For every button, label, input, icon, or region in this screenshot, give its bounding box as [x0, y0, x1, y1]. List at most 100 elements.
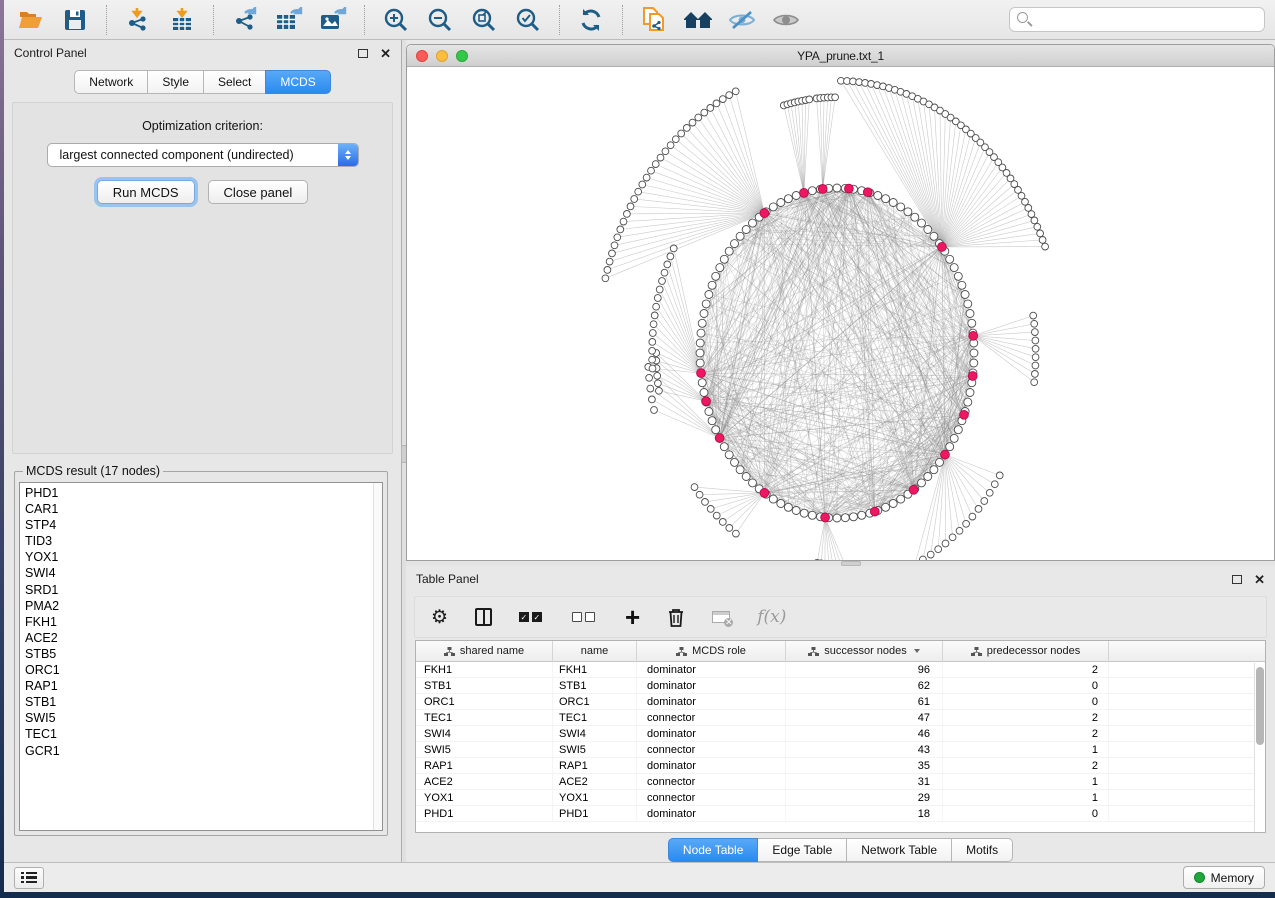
- column-header[interactable]: predecessor nodes: [943, 641, 1109, 661]
- successor-nodes-cell[interactable]: 96: [786, 662, 943, 677]
- home-button[interactable]: [681, 5, 715, 35]
- shared-name-cell[interactable]: SWI4: [416, 726, 553, 741]
- name-cell[interactable]: SWI4: [553, 726, 637, 741]
- table-panel-tab[interactable]: Motifs: [951, 838, 1013, 862]
- zoom-fit-button[interactable]: [467, 5, 501, 35]
- deselect-all-columns-button[interactable]: [572, 605, 598, 629]
- predecessor-nodes-cell[interactable]: 2: [943, 710, 1109, 725]
- predecessor-nodes-cell[interactable]: 1: [943, 742, 1109, 757]
- zoom-out-button[interactable]: [423, 5, 457, 35]
- mcds-result-item[interactable]: PMA2: [25, 598, 382, 614]
- table-scrollbar[interactable]: [1254, 663, 1265, 832]
- criterion-dropdown[interactable]: largest connected component (undirected): [47, 143, 359, 167]
- shared-name-cell[interactable]: SWI5: [416, 742, 553, 757]
- network-canvas[interactable]: [407, 67, 1274, 560]
- export-image-button[interactable]: [316, 5, 350, 35]
- task-history-button[interactable]: [14, 867, 44, 889]
- mcds-result-item[interactable]: FKH1: [25, 614, 382, 630]
- table-row[interactable]: YOX1 YOX1 connector 29 1: [416, 790, 1265, 806]
- search-input[interactable]: [1009, 7, 1265, 32]
- successor-nodes-cell[interactable]: 35: [786, 758, 943, 773]
- mcds-result-item[interactable]: ACE2: [25, 630, 382, 646]
- mcds-result-item[interactable]: STB1: [25, 694, 382, 710]
- shared-name-cell[interactable]: YOX1: [416, 790, 553, 805]
- shared-name-cell[interactable]: PHD1: [416, 806, 553, 821]
- mcds-role-cell[interactable]: dominator: [637, 726, 786, 741]
- mcds-result-item[interactable]: STP4: [25, 517, 382, 533]
- float-panel-icon[interactable]: [1232, 575, 1242, 584]
- mcds-role-cell[interactable]: dominator: [637, 806, 786, 821]
- mcds-role-cell[interactable]: dominator: [637, 694, 786, 709]
- successor-nodes-cell[interactable]: 31: [786, 774, 943, 789]
- control-panel-tab[interactable]: Select: [203, 70, 266, 94]
- table-row[interactable]: SWI4 SWI4 dominator 46 2: [416, 726, 1265, 742]
- mcds-result-item[interactable]: PHD1: [25, 485, 382, 501]
- hide-selected-button[interactable]: [725, 5, 759, 35]
- mcds-role-cell[interactable]: connector: [637, 774, 786, 789]
- mcds-result-item[interactable]: STB5: [25, 646, 382, 662]
- mcds-result-item[interactable]: CAR1: [25, 501, 382, 517]
- table-settings-button[interactable]: ⚙: [431, 605, 448, 629]
- table-row[interactable]: SWI5 SWI5 connector 43 1: [416, 742, 1265, 758]
- mcds-result-item[interactable]: RAP1: [25, 678, 382, 694]
- table-scrollbar-thumb[interactable]: [1256, 667, 1264, 745]
- mcds-role-cell[interactable]: connector: [637, 710, 786, 725]
- shared-name-cell[interactable]: RAP1: [416, 758, 553, 773]
- shared-name-cell[interactable]: TEC1: [416, 710, 553, 725]
- mcds-result-list[interactable]: PHD1CAR1STP4TID3YOX1SWI4SRD1PMA2FKH1ACE2…: [19, 482, 383, 831]
- close-panel-icon[interactable]: ✕: [1254, 573, 1265, 586]
- close-panel-button[interactable]: Close panel: [208, 180, 309, 204]
- predecessor-nodes-cell[interactable]: 1: [943, 774, 1109, 789]
- name-cell[interactable]: STB1: [553, 678, 637, 693]
- clone-network-button[interactable]: [637, 5, 671, 35]
- select-all-columns-button[interactable]: [519, 605, 545, 629]
- column-header[interactable]: successor nodes: [786, 641, 943, 661]
- name-cell[interactable]: ACE2: [553, 774, 637, 789]
- mcds-result-item[interactable]: SRD1: [25, 582, 382, 598]
- successor-nodes-cell[interactable]: 62: [786, 678, 943, 693]
- table-row[interactable]: RAP1 RAP1 dominator 35 2: [416, 758, 1265, 774]
- save-session-button[interactable]: [58, 5, 92, 35]
- name-cell[interactable]: TEC1: [553, 710, 637, 725]
- mcds-role-cell[interactable]: connector: [637, 742, 786, 757]
- import-table-button[interactable]: [165, 5, 199, 35]
- mcds-result-item[interactable]: ORC1: [25, 662, 382, 678]
- mcds-result-item[interactable]: YOX1: [25, 549, 382, 565]
- name-cell[interactable]: ORC1: [553, 694, 637, 709]
- mcds-list-scrollbar[interactable]: [373, 483, 382, 830]
- name-cell[interactable]: RAP1: [553, 758, 637, 773]
- mcds-role-cell[interactable]: dominator: [637, 662, 786, 677]
- column-header[interactable]: shared name: [416, 641, 553, 661]
- mcds-result-item[interactable]: SWI4: [25, 565, 382, 581]
- float-panel-icon[interactable]: [358, 49, 368, 58]
- table-row[interactable]: FKH1 FKH1 dominator 96 2: [416, 662, 1265, 678]
- import-network-button[interactable]: [121, 5, 155, 35]
- successor-nodes-cell[interactable]: 43: [786, 742, 943, 757]
- run-mcds-button[interactable]: Run MCDS: [97, 180, 195, 204]
- delete-column-button[interactable]: [667, 605, 685, 629]
- show-columns-button[interactable]: [475, 605, 492, 629]
- table-panel-tab[interactable]: Network Table: [846, 838, 952, 862]
- maximize-window-icon[interactable]: [456, 50, 468, 62]
- successor-nodes-cell[interactable]: 18: [786, 806, 943, 821]
- name-cell[interactable]: SWI5: [553, 742, 637, 757]
- add-column-button[interactable]: +: [625, 605, 640, 629]
- control-panel-tab[interactable]: MCDS: [265, 70, 330, 94]
- predecessor-nodes-cell[interactable]: 1: [943, 790, 1109, 805]
- predecessor-nodes-cell[interactable]: 0: [943, 694, 1109, 709]
- successor-nodes-cell[interactable]: 61: [786, 694, 943, 709]
- table-row[interactable]: PHD1 PHD1 dominator 18 0: [416, 806, 1265, 822]
- table-panel-tab[interactable]: Node Table: [668, 838, 759, 862]
- shared-name-cell[interactable]: ACE2: [416, 774, 553, 789]
- mcds-result-item[interactable]: TEC1: [25, 726, 382, 742]
- shared-name-cell[interactable]: STB1: [416, 678, 553, 693]
- predecessor-nodes-cell[interactable]: 0: [943, 678, 1109, 693]
- mcds-role-cell[interactable]: dominator: [637, 758, 786, 773]
- control-panel-tab[interactable]: Network: [74, 70, 148, 94]
- mcds-role-cell[interactable]: connector: [637, 790, 786, 805]
- table-row[interactable]: TEC1 TEC1 connector 47 2: [416, 710, 1265, 726]
- refresh-button[interactable]: [574, 5, 608, 35]
- column-header[interactable]: name: [553, 641, 637, 661]
- table-row[interactable]: STB1 STB1 dominator 62 0: [416, 678, 1265, 694]
- shared-name-cell[interactable]: ORC1: [416, 694, 553, 709]
